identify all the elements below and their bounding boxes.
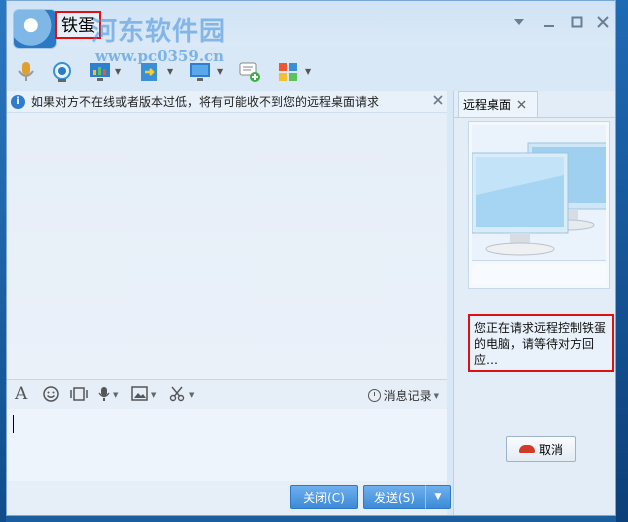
screenshot-caret[interactable]: ▼ — [189, 391, 194, 399]
close-window-button[interactable] — [593, 13, 613, 31]
remote-desktop-panel: 远程桌面 您正在请求远程控制铁蛋的电脑，请等待对方回应… 取消 — [453, 91, 615, 515]
avatar[interactable] — [13, 9, 57, 49]
notice-close-button[interactable] — [433, 94, 443, 109]
scissors-icon — [169, 386, 185, 402]
illustration-footer — [472, 264, 606, 284]
remote-desktop-illustration — [468, 121, 610, 289]
hang-up-icon — [518, 445, 535, 453]
send-file-button[interactable] — [137, 59, 163, 85]
app-grid-icon — [279, 63, 297, 81]
apps-button[interactable] — [275, 59, 301, 85]
remote-desktop-caret[interactable]: ▼ — [217, 67, 223, 76]
font-icon[interactable]: A — [15, 384, 27, 404]
shake-icon — [70, 387, 88, 401]
webcam-icon — [53, 62, 71, 82]
voice-call-button[interactable] — [13, 59, 39, 85]
maximize-button[interactable] — [567, 13, 587, 31]
cancel-request-button[interactable]: 取消 — [506, 436, 576, 462]
send-image-caret[interactable]: ▼ — [151, 391, 156, 399]
create-discussion-button[interactable] — [237, 59, 263, 85]
apps-caret[interactable]: ▼ — [305, 67, 311, 76]
request-status-text: 您正在请求远程控制铁蛋的电脑，请等待对方回应… — [468, 314, 614, 372]
minimize-icon — [544, 25, 554, 27]
microphone-icon — [98, 387, 110, 401]
message-input[interactable] — [7, 409, 447, 481]
screen-chart-icon — [90, 63, 110, 81]
add-chat-icon — [239, 62, 260, 82]
message-history-button[interactable]: 消息记录 ▼ — [367, 387, 439, 404]
bottom-action-bar: 关闭(C) 发送(S) ▼ — [7, 481, 451, 515]
microphone-icon — [18, 62, 34, 81]
chevron-down-icon — [514, 19, 524, 25]
info-icon: i — [11, 94, 25, 109]
close-icon — [597, 16, 609, 28]
send-file-caret[interactable]: ▼ — [167, 67, 173, 76]
remote-desktop-button[interactable] — [187, 59, 213, 85]
tab-close-button[interactable] — [517, 98, 526, 112]
voice-message-button[interactable] — [97, 386, 111, 406]
send-image-button[interactable] — [131, 386, 148, 405]
menu-dropdown-button[interactable] — [509, 13, 529, 31]
monitor-icon — [190, 63, 210, 81]
desktop-background-right — [616, 0, 628, 522]
close-icon — [433, 95, 443, 105]
message-history-area[interactable] — [7, 113, 447, 379]
tab-label: 远程桌面 — [463, 98, 512, 112]
share-screen-caret[interactable]: ▼ — [115, 67, 121, 76]
watermark-logo: 河东软件园 — [91, 17, 227, 47]
title-bar[interactable]: 铁蛋 河东软件园 www.pc0359.cn — [7, 1, 615, 65]
clock-icon — [367, 389, 381, 402]
file-transfer-icon — [141, 63, 157, 81]
text-cursor — [13, 415, 14, 433]
close-button[interactable]: 关闭(C) — [290, 485, 358, 509]
send-button[interactable]: 发送(S) — [363, 485, 425, 509]
input-toolbar: A ▼ ▼ ▼ 消息记录 ▼ — [7, 379, 447, 409]
screenshot-button[interactable] — [169, 386, 185, 406]
smiley-icon — [43, 386, 59, 402]
chevron-down-icon: ▼ — [433, 391, 439, 400]
maximize-icon — [571, 16, 583, 28]
offline-notice-bar: i 如果对方不在线或者版本过低，将有可能收不到您的远程桌面请求 — [7, 91, 447, 113]
cancel-label: 取消 — [538, 442, 563, 457]
notice-text: 如果对方不在线或者版本过低，将有可能收不到您的远程桌面请求 — [31, 95, 380, 109]
minimize-button[interactable] — [539, 13, 559, 31]
image-icon — [131, 386, 148, 401]
tab-remote-desktop[interactable]: 远程桌面 — [458, 91, 538, 117]
tab-divider — [454, 117, 615, 118]
emoji-button[interactable] — [43, 386, 59, 406]
chevron-down-icon: ▼ — [434, 492, 442, 502]
chat-window: 铁蛋 河东软件园 www.pc0359.cn ▼ ▼ ▼ ▼ i 如果对方不在线… — [6, 0, 616, 516]
shake-window-button[interactable] — [69, 386, 89, 406]
video-call-button[interactable] — [49, 59, 75, 85]
send-options-button[interactable]: ▼ — [425, 485, 451, 509]
two-monitors-icon — [471, 142, 609, 256]
chat-toolbar: ▼ ▼ ▼ ▼ — [7, 57, 337, 87]
share-screen-button[interactable] — [87, 59, 113, 85]
illustration-frame — [471, 125, 609, 261]
close-icon — [517, 100, 526, 108]
history-label: 消息记录 — [383, 389, 432, 403]
voice-message-caret[interactable]: ▼ — [113, 391, 118, 399]
